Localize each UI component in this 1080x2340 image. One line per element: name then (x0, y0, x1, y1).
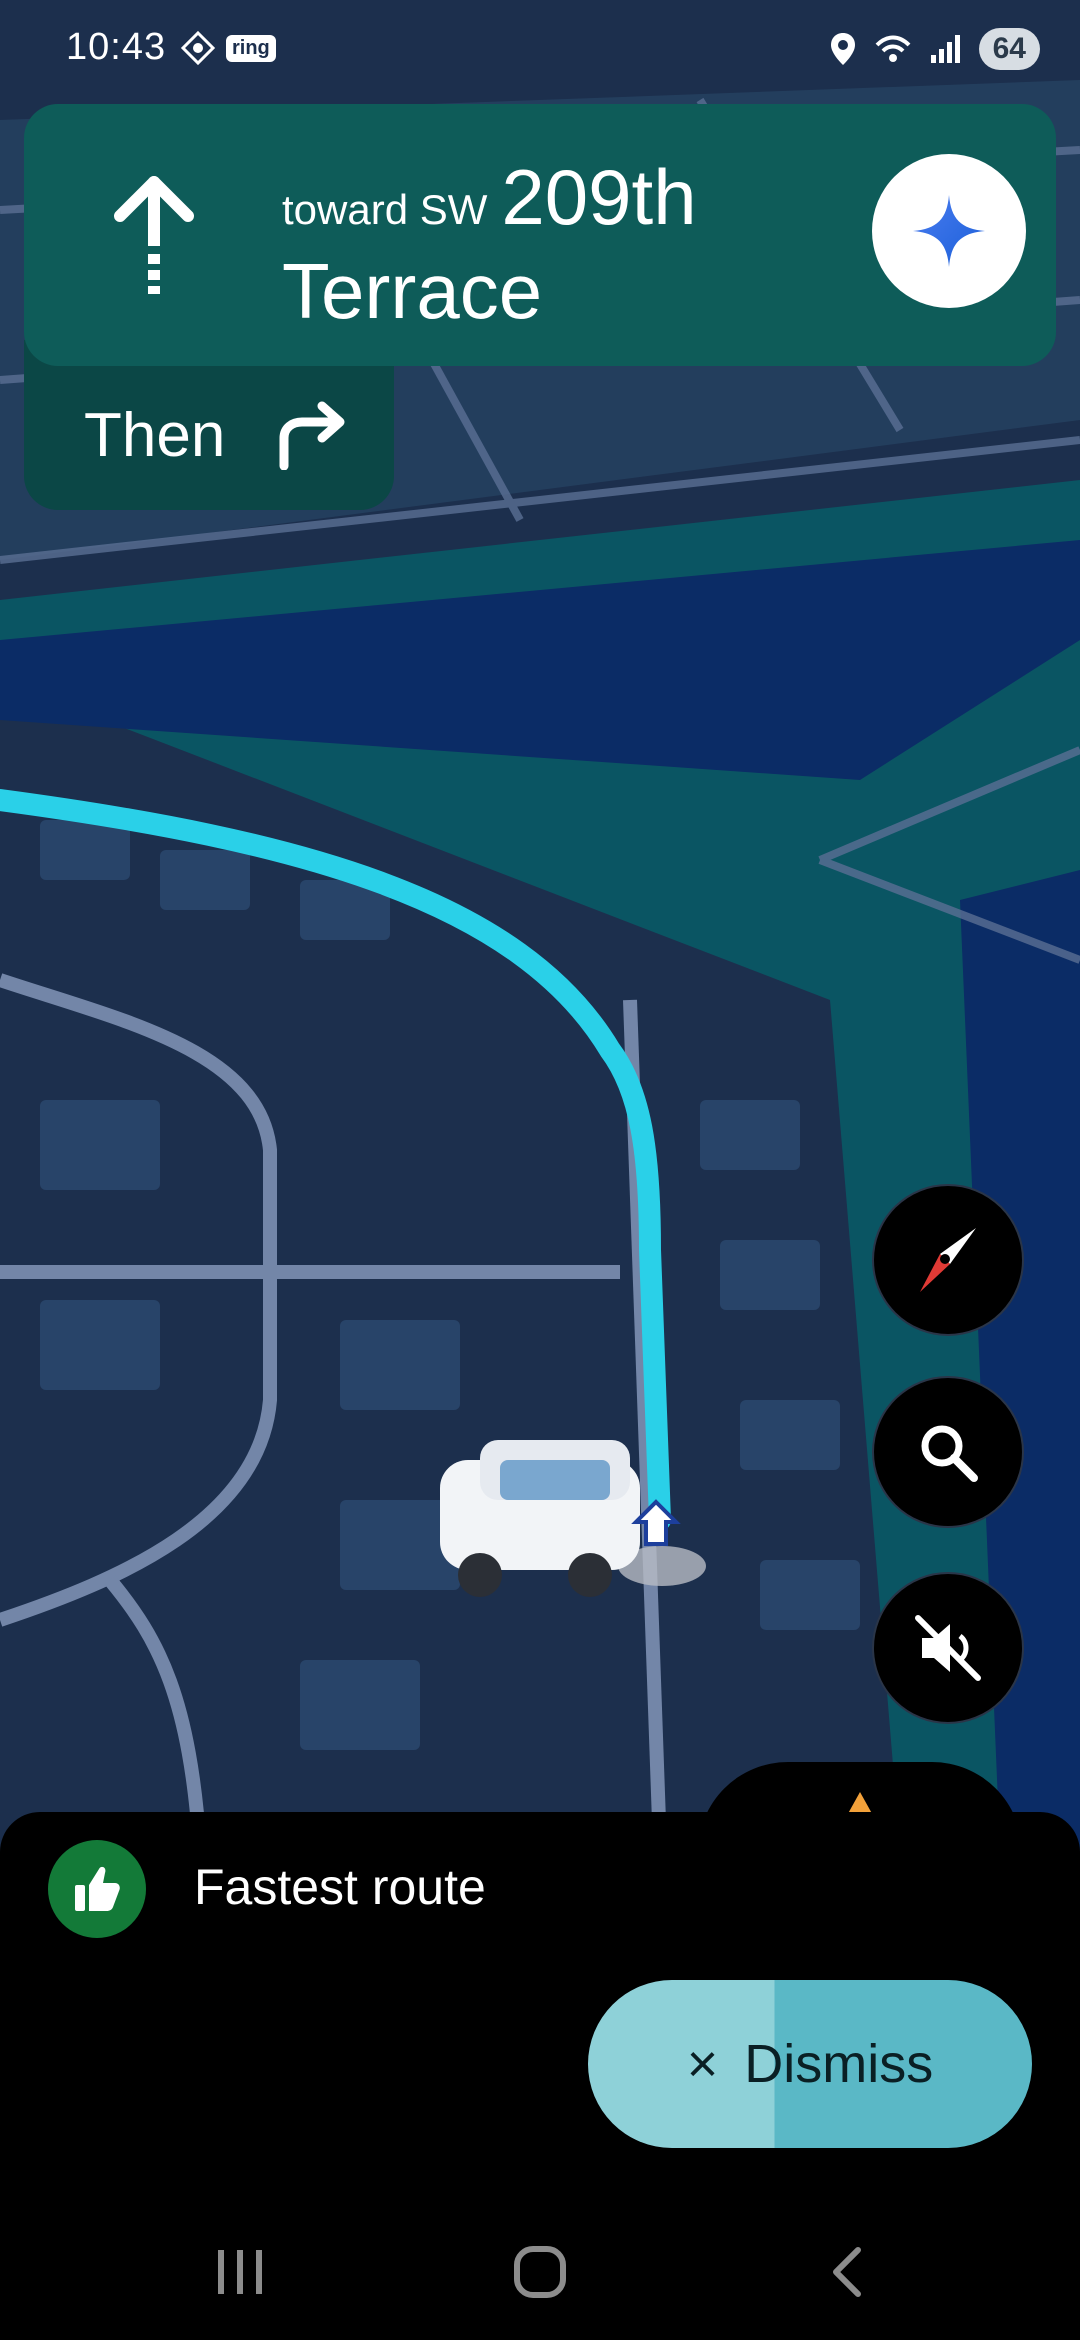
dismiss-button[interactable]: × Dismiss (588, 1980, 1032, 2148)
back-icon[interactable] (820, 2244, 876, 2300)
status-time: 10:43 (66, 26, 167, 68)
direction-toward-row: toward SW 209th (282, 152, 697, 243)
compass-button[interactable] (872, 1184, 1024, 1336)
search-icon (921, 1425, 978, 1482)
recents-icon[interactable] (212, 2244, 268, 2300)
ring-app-badge: ring (226, 34, 276, 62)
route-badge (48, 1840, 146, 1938)
thumbs-up-icon (75, 1866, 120, 1911)
diamond-icon (180, 30, 216, 66)
search-button[interactable] (872, 1376, 1024, 1528)
assistant-sparkle-icon (913, 195, 985, 267)
compass-icon (920, 1228, 976, 1292)
dismiss-label: Dismiss (744, 2034, 934, 2094)
assistant-button[interactable] (872, 154, 1026, 308)
route-label: Fastest route (194, 1859, 486, 1915)
straight-arrow-icon (114, 176, 194, 294)
location-icon (830, 33, 855, 65)
status-bar: 10:43 ring 64 (0, 0, 1080, 100)
home-icon[interactable] (512, 2244, 568, 2300)
signal-icon (930, 35, 960, 63)
status-right-icons: 64 (829, 28, 1040, 70)
sound-off-icon (915, 1615, 981, 1681)
dismiss-x-icon: × (686, 2034, 719, 2094)
direction-street-name: Terrace (282, 247, 543, 335)
system-nav-bar (0, 2200, 1080, 2340)
battery-indicator: 64 (978, 28, 1040, 70)
direction-toward: toward SW (282, 186, 488, 233)
turn-right-icon (279, 401, 345, 470)
direction-street-number: 209th (501, 153, 697, 241)
mute-button[interactable] (872, 1572, 1024, 1724)
status-left-icons: ring (180, 30, 276, 66)
direction-card[interactable]: toward SW 209th Terrace (24, 104, 1056, 366)
then-label: Then (84, 401, 226, 470)
wifi-icon (875, 35, 911, 62)
